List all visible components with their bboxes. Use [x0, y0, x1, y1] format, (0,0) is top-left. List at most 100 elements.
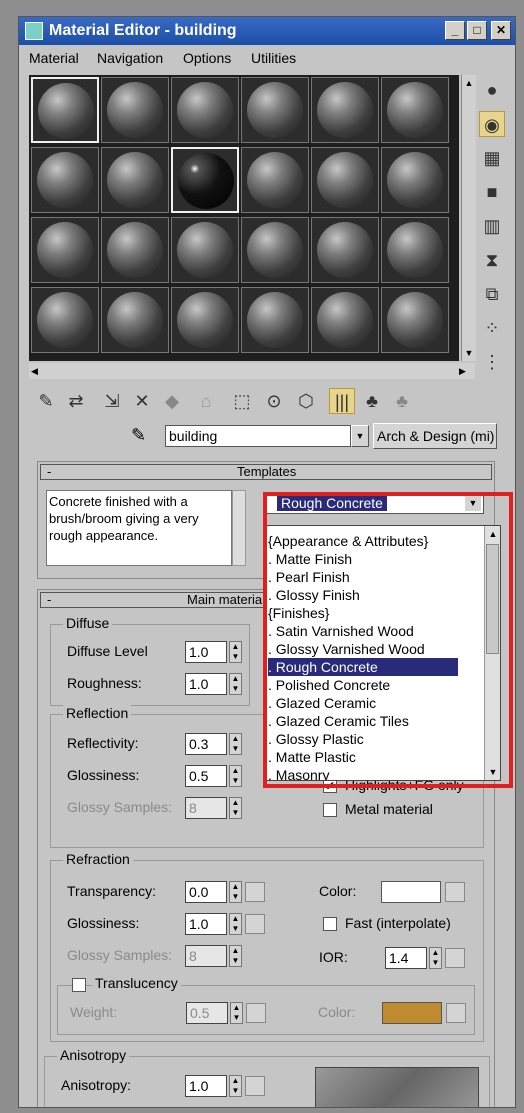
sample-slot[interactable]: [381, 217, 449, 283]
sample-slot[interactable]: [241, 217, 309, 283]
sample-slot[interactable]: [241, 287, 309, 353]
scroll-up-arrow[interactable]: ▲: [462, 75, 476, 91]
refraction-glossiness-field[interactable]: 1.0: [185, 913, 227, 935]
sample-slot[interactable]: [381, 147, 449, 213]
sample-slot[interactable]: [31, 147, 99, 213]
sample-slot[interactable]: [241, 77, 309, 143]
reflectivity-field[interactable]: 0.3: [185, 733, 227, 755]
sample-slot[interactable]: [171, 77, 239, 143]
eyedropper-icon[interactable]: ✎: [131, 425, 146, 446]
reflectivity-spinner[interactable]: ▲ ▼: [229, 733, 242, 755]
sample-slot[interactable]: [241, 147, 309, 213]
show-end-result-icon[interactable]: ⬡: [293, 388, 319, 414]
sample-slot[interactable]: [31, 77, 99, 143]
material-map-navigator-icon[interactable]: ⋮: [479, 349, 505, 375]
reset-map-icon[interactable]: ✕: [129, 388, 155, 414]
template-description-scrollbar[interactable]: [232, 490, 246, 566]
material-effects-channel-icon[interactable]: ⬚: [229, 388, 255, 414]
fast-interpolate-checkbox[interactable]: [323, 917, 337, 931]
close-button[interactable]: ✕: [491, 21, 511, 40]
sample-slot[interactable]: [101, 147, 169, 213]
get-material-icon[interactable]: ✎: [33, 388, 59, 414]
metal-material-checkbox[interactable]: [323, 803, 337, 817]
put-to-scene-icon[interactable]: ⇄: [63, 388, 89, 414]
translucency-color-swatch[interactable]: [382, 1002, 442, 1024]
ior-field[interactable]: 1.4: [385, 947, 427, 969]
sample-slot[interactable]: [101, 217, 169, 283]
go-forward-sibling-icon[interactable]: ♣: [359, 388, 385, 414]
sample-uv-tiling-icon[interactable]: ■: [479, 179, 505, 205]
translucency-weight-spinner[interactable]: ▲ ▼: [230, 1002, 243, 1024]
menu-material[interactable]: Material: [29, 50, 79, 66]
templates-rollout-header[interactable]: - Templates: [40, 464, 492, 480]
material-name-field[interactable]: building: [165, 425, 351, 447]
minimize-button[interactable]: _: [445, 21, 465, 40]
background-checker-icon[interactable]: ▦: [479, 145, 505, 171]
refraction-color-swatch[interactable]: [381, 881, 441, 903]
translucency-weight-map-button[interactable]: [246, 1003, 266, 1023]
sample-slot[interactable]: [311, 77, 379, 143]
refraction-glossiness-map-button[interactable]: [245, 914, 265, 934]
scroll-right-arrow[interactable]: ▶: [459, 363, 473, 379]
sample-type-icon[interactable]: ●: [479, 77, 505, 103]
anisotropy-field[interactable]: 1.0: [185, 1075, 227, 1097]
sample-sphere: [37, 292, 93, 348]
sample-slot[interactable]: [31, 217, 99, 283]
make-preview-icon[interactable]: ⧗: [479, 247, 505, 273]
refraction-glossiness-label: Glossiness:: [67, 915, 140, 931]
scroll-down-arrow[interactable]: ▼: [462, 345, 476, 361]
anisotropy-spinner[interactable]: ▲ ▼: [229, 1075, 242, 1097]
ior-map-button[interactable]: [445, 948, 465, 968]
material-name-dropdown-arrow[interactable]: ▼: [351, 425, 369, 447]
sample-slot[interactable]: [311, 147, 379, 213]
sample-slot[interactable]: [171, 287, 239, 353]
scroll-left-arrow[interactable]: ◀: [31, 363, 45, 379]
sample-slot[interactable]: [171, 217, 239, 283]
video-color-check-icon[interactable]: ▥: [479, 213, 505, 239]
make-unique-icon[interactable]: ◆: [159, 388, 185, 414]
sample-slot[interactable]: [101, 287, 169, 353]
diffuse-level-spinner[interactable]: ▲ ▼: [229, 641, 242, 663]
ior-spinner[interactable]: ▲ ▼: [429, 947, 442, 969]
sample-slot[interactable]: [381, 77, 449, 143]
menu-utilities[interactable]: Utilities: [251, 50, 296, 66]
sample-slot[interactable]: [31, 287, 99, 353]
transparency-map-button[interactable]: [245, 882, 265, 902]
menu-options[interactable]: Options: [183, 50, 231, 66]
pick-material-icon[interactable]: ♣: [389, 388, 415, 414]
maximize-button[interactable]: □: [467, 21, 487, 40]
reflection-glossiness-field[interactable]: 0.5: [185, 765, 227, 787]
reflection-glossy-samples-field[interactable]: 8: [185, 797, 227, 819]
reflection-glossy-samples-spinner[interactable]: ▲ ▼: [229, 797, 242, 819]
diffuse-level-field[interactable]: 1.0: [185, 641, 227, 663]
slots-horizontal-scrollbar[interactable]: ◀ ▶: [29, 363, 475, 379]
reflection-glossiness-spinner[interactable]: ▲ ▼: [229, 765, 242, 787]
assign-to-selection-icon[interactable]: ⇲: [99, 388, 125, 414]
translucency-weight-field[interactable]: 0.5: [186, 1002, 228, 1024]
transparency-spinner[interactable]: ▲ ▼: [229, 881, 242, 903]
refraction-glossy-samples-spinner[interactable]: ▲ ▼: [229, 945, 242, 967]
go-to-parent-icon[interactable]: |||: [329, 388, 355, 414]
show-map-in-viewport-icon[interactable]: ⊙: [261, 388, 287, 414]
select-by-material-icon[interactable]: ⁘: [479, 315, 505, 341]
put-to-library-icon[interactable]: ⌂: [193, 388, 219, 414]
translucency-color-map-button[interactable]: [446, 1003, 466, 1023]
refraction-glossiness-spinner[interactable]: ▲ ▼: [229, 913, 242, 935]
menu-navigation[interactable]: Navigation: [97, 50, 163, 66]
diffuse-roughness-spinner[interactable]: ▲ ▼: [229, 673, 242, 695]
sample-slot-selected[interactable]: [171, 147, 239, 213]
sample-slot[interactable]: [311, 217, 379, 283]
translucency-checkbox[interactable]: [72, 978, 86, 992]
sample-slot[interactable]: [101, 77, 169, 143]
material-type-button[interactable]: Arch & Design (mi): [373, 423, 497, 449]
refraction-color-map-button[interactable]: [445, 882, 465, 902]
slots-vertical-scrollbar[interactable]: ▲ ▼: [461, 75, 476, 361]
transparency-field[interactable]: 0.0: [185, 881, 227, 903]
refraction-glossy-samples-field[interactable]: 8: [185, 945, 227, 967]
diffuse-roughness-field[interactable]: 1.0: [185, 673, 227, 695]
backlight-icon[interactable]: ◉: [479, 111, 505, 137]
sample-slot[interactable]: [311, 287, 379, 353]
options-icon[interactable]: ⧉: [479, 281, 505, 307]
sample-slot[interactable]: [381, 287, 449, 353]
anisotropy-map-button[interactable]: [245, 1076, 265, 1096]
